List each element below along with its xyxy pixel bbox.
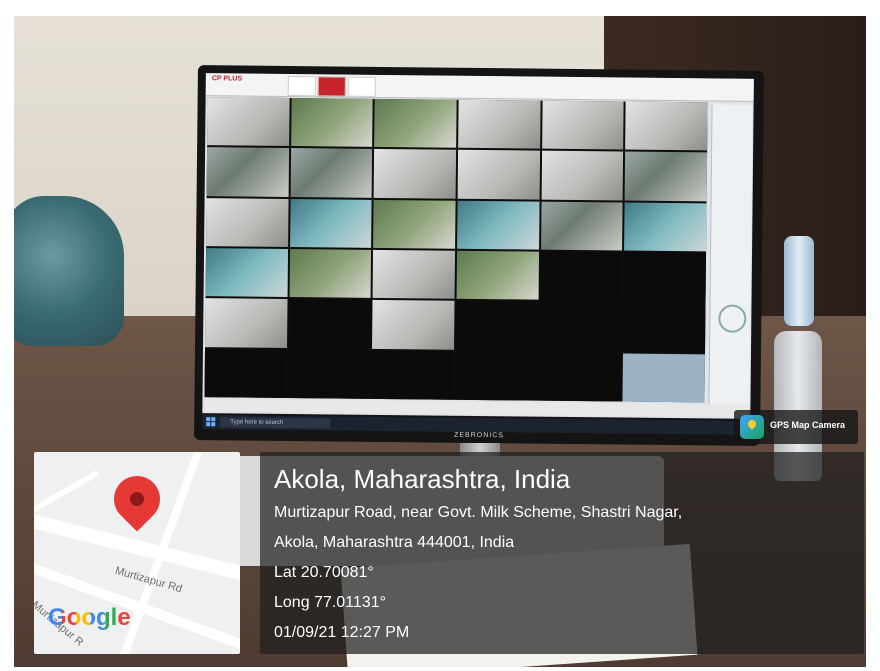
home-tab-icon	[287, 75, 316, 97]
map-road	[34, 469, 100, 521]
camera-feed-empty	[623, 252, 707, 302]
camera-feed	[624, 202, 707, 252]
camera-feed-empty	[455, 301, 539, 351]
taskbar-search: Type here to search	[220, 417, 331, 429]
camera-feed	[541, 150, 624, 201]
camera-feed	[206, 147, 289, 197]
camera-feed-empty	[288, 299, 371, 349]
camera-feed	[205, 298, 288, 348]
monitor: CP PLUS Type here to search ZEBRONICS	[194, 65, 764, 446]
cctv-screen: CP PLUS	[202, 73, 754, 419]
camera-feed	[205, 248, 288, 298]
camera-feed	[290, 98, 373, 148]
camera-feed	[290, 148, 373, 198]
google-logo-text: Google	[48, 604, 131, 631]
camera-feed	[289, 198, 372, 248]
camera-feed	[458, 99, 541, 149]
address-line-1: Murtizapur Road, near Govt. Milk Scheme,…	[274, 504, 683, 521]
monitor-brand: ZEBRONICS	[454, 431, 504, 440]
camera-feed	[207, 97, 290, 147]
map-thumbnail: Murtizapur Rd Murtizapur R Google	[34, 452, 240, 654]
datetime: 01/09/21 12:27 PM	[274, 624, 410, 641]
location-info-box: Akola, Maharashtra, India Murtizapur Roa…	[260, 452, 864, 654]
camera-feed	[541, 100, 624, 150]
camera-feed	[374, 98, 457, 149]
google-logo: Google	[48, 604, 131, 632]
latitude: Lat 20.70081°	[274, 564, 374, 581]
camera-feed-empty	[204, 348, 287, 398]
camera-feed	[540, 201, 623, 251]
camera-feed-empty	[539, 301, 622, 352]
camera-feed-empty	[371, 350, 454, 400]
camera-feed	[457, 150, 540, 200]
camera-feed-empty	[539, 352, 622, 402]
camera-feed-empty	[540, 251, 623, 301]
location-title: Akola, Maharashtra, India	[274, 464, 571, 494]
camera-feed	[372, 249, 456, 300]
camera-feed	[457, 200, 540, 250]
longitude: Long 77.01131°	[274, 594, 386, 611]
camera-feed	[625, 101, 708, 151]
camera-feed-empty	[455, 351, 538, 401]
camera-grid	[204, 97, 708, 403]
camera-feed	[289, 249, 372, 299]
camera-feed	[206, 197, 289, 247]
ptz-control-icon	[718, 304, 747, 333]
camera-feed	[456, 250, 539, 300]
live-view-tab-icon	[317, 76, 346, 97]
camera-feed	[372, 300, 455, 350]
water-bottle-back	[784, 236, 814, 326]
windows-start-icon	[206, 417, 216, 427]
person-partial	[14, 196, 124, 346]
location-pin-icon	[104, 466, 170, 532]
camera-feed-empty	[288, 349, 371, 399]
device-tree-panel	[708, 104, 753, 405]
address-line-2: Akola, Maharashtra 444001, India	[274, 534, 515, 551]
cctv-app-logo: CP PLUS	[211, 75, 243, 83]
camera-feed-selected	[622, 353, 705, 403]
gps-map-camera-icon	[740, 415, 764, 439]
camera-feed-empty	[623, 302, 706, 353]
camera-feed	[373, 199, 456, 249]
camera-feed	[373, 149, 457, 199]
gps-badge-label: GPS Map Camera	[770, 420, 846, 430]
camera-feed	[624, 151, 708, 202]
gps-map-camera-badge: GPS Map Camera	[734, 410, 858, 444]
add-tab-icon	[347, 76, 376, 97]
